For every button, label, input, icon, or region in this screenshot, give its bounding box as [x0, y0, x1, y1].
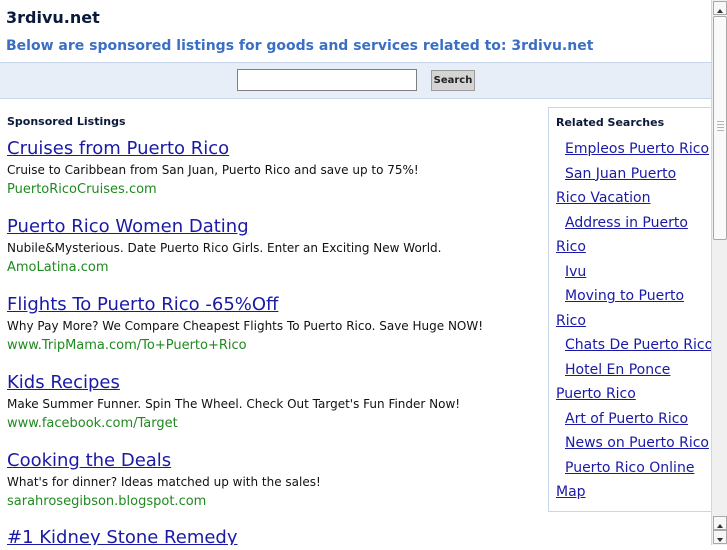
listing-url-link[interactable]: sarahrosegibson.blogspot.com [7, 493, 537, 510]
related-search-link[interactable]: Chats De Puerto Rico [549, 333, 711, 358]
grip-line [717, 121, 724, 122]
sponsored-listing: #1 Kidney Stone Remedy [7, 527, 537, 545]
listing-description: Cruise to Caribbean from San Juan, Puert… [7, 163, 419, 177]
page: 3rdivu.net Below are sponsored listings … [0, 0, 711, 545]
related-search-link[interactable]: Ivu [549, 260, 711, 285]
related-search-link[interactable]: Hotel En Ponce [549, 358, 711, 383]
related-search-link[interactable]: San Juan Puerto [549, 162, 711, 187]
listing-description: Nubile&Mysterious. Date Puerto Rico Girl… [7, 241, 442, 255]
related-searches-panel: Related Searches Empleos Puerto Rico San… [548, 107, 711, 512]
listing-url-link[interactable]: PuertoRicoCruises.com [7, 181, 537, 198]
listing-description: Make Summer Funner. Spin The Wheel. Chec… [7, 397, 461, 411]
related-search-link[interactable]: Address in Puerto [549, 211, 711, 236]
vertical-scrollbar[interactable] [711, 0, 727, 545]
grip-line [717, 130, 724, 131]
page-tagline: Below are sponsored listings for goods a… [6, 38, 594, 54]
related-search-link[interactable]: Rico Vacation [549, 186, 711, 211]
listing-title-link[interactable]: Puerto Rico Women Dating [7, 216, 537, 238]
listing-url-link[interactable]: www.facebook.com/Target [7, 415, 537, 432]
sponsored-listing: Puerto Rico Women Dating Nubile&Mysterio… [7, 216, 537, 276]
scroll-thumb[interactable] [713, 16, 727, 240]
related-search-link[interactable]: Moving to Puerto [549, 284, 711, 309]
related-search-link[interactable]: Puerto Rico [549, 382, 711, 407]
listing-description: What's for dinner? Ideas matched up with… [7, 475, 321, 489]
listing-title-link[interactable]: Kids Recipes [7, 372, 537, 394]
grip-line [717, 127, 724, 128]
sponsored-listing: Kids Recipes Make Summer Funner. Spin Th… [7, 372, 537, 432]
grip-line [717, 124, 724, 125]
related-search-link[interactable]: Map [549, 480, 711, 505]
related-search-link[interactable]: Rico [549, 309, 711, 334]
related-searches-list: Empleos Puerto Rico San Juan Puerto Rico… [549, 137, 711, 505]
listing-url-link[interactable]: AmoLatina.com [7, 259, 537, 276]
search-button[interactable]: Search [431, 70, 475, 91]
related-searches-heading: Related Searches [556, 116, 665, 129]
arrow-down-icon [717, 538, 723, 542]
listing-title-link[interactable]: #1 Kidney Stone Remedy [7, 527, 537, 545]
sponsored-listing: Cruises from Puerto Rico Cruise to Carib… [7, 138, 537, 198]
related-search-link[interactable]: Puerto Rico Online [549, 456, 711, 481]
related-search-link[interactable]: News on Puerto Rico [549, 431, 711, 456]
listing-description: Why Pay More? We Compare Cheapest Flight… [7, 319, 484, 333]
related-search-link[interactable]: Empleos Puerto Rico [549, 137, 711, 162]
sponsored-listing: Flights To Puerto Rico -65%Off Why Pay M… [7, 294, 537, 354]
listing-title-link[interactable]: Cooking the Deals [7, 450, 537, 472]
listing-url-link[interactable]: www.TripMama.com/To+Puerto+Rico [7, 337, 537, 354]
scroll-down-button[interactable] [713, 530, 727, 544]
scroll-up-button[interactable] [713, 1, 727, 15]
related-search-link[interactable]: Rico [549, 235, 711, 260]
site-title: 3rdivu.net [6, 8, 100, 27]
search-bar: Search [0, 62, 711, 99]
sponsored-listing: Cooking the Deals What's for dinner? Ide… [7, 450, 537, 510]
listing-title-link[interactable]: Flights To Puerto Rico -65%Off [7, 294, 537, 316]
related-search-link[interactable]: Art of Puerto Rico [549, 407, 711, 432]
scroll-up-button-lower[interactable] [713, 516, 727, 530]
listing-title-link[interactable]: Cruises from Puerto Rico [7, 138, 537, 160]
sponsored-listings-heading: Sponsored Listings [7, 115, 126, 128]
search-input[interactable] [237, 69, 417, 91]
